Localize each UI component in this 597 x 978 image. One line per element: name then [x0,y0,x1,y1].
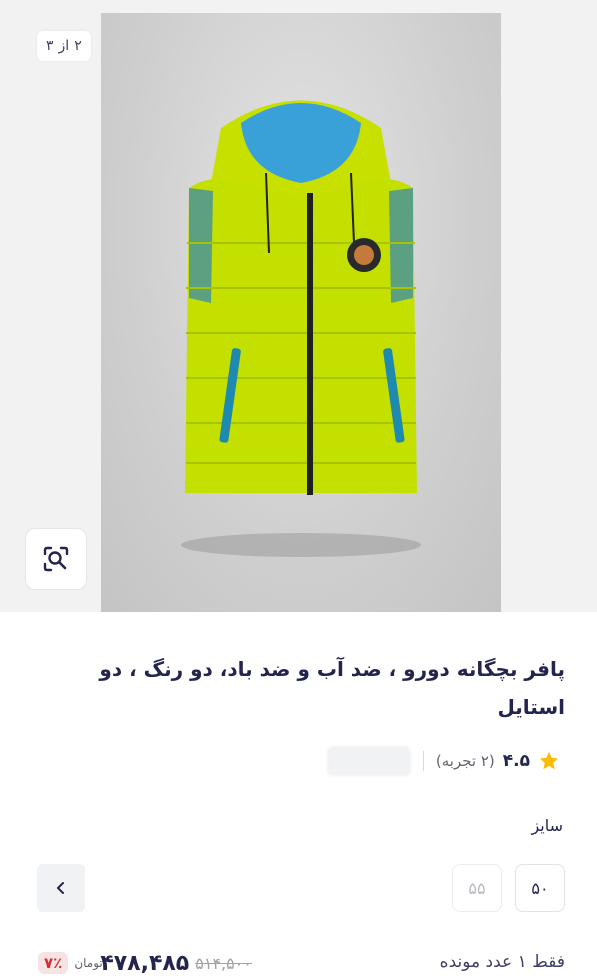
old-price: ۵۱۴,۵۰۰ [195,953,252,973]
image-search-icon [43,546,69,572]
counter-current: ۲ [74,38,82,54]
size-option-55[interactable]: ۵۵ [452,864,502,912]
size-option-50[interactable]: ۵۰ [515,864,565,912]
rating-count[interactable]: (۲ تجربه) [436,752,495,770]
product-title: پافر بچگانه دورو ، ضد آب و ضد باد، دو رن… [99,657,565,719]
blurred-chip [326,746,411,776]
stock-status: فقط ۱ عدد مونده [439,952,565,972]
counter-total: ۳ [46,38,54,54]
image-counter: ۲ از ۳ [37,31,91,61]
product-image[interactable] [101,13,501,612]
rating-value: ۴.۵ [502,751,530,771]
size-label: سایز [531,816,563,835]
visual-search-button[interactable] [25,528,87,590]
chevron-left-icon [57,882,64,894]
currency-label: تومان [74,956,103,970]
product-gallery: ۲ از ۳ [0,0,597,612]
discount-badge: ۷٪ [38,952,69,974]
size-scroll-button[interactable] [37,864,85,912]
star-icon [539,751,559,770]
counter-of: از [58,38,70,54]
rating-row: ۴.۵ (۲ تجربه) [326,744,560,778]
divider [422,751,424,771]
final-price: ۴۷۸,۴۸۵ [100,950,190,976]
